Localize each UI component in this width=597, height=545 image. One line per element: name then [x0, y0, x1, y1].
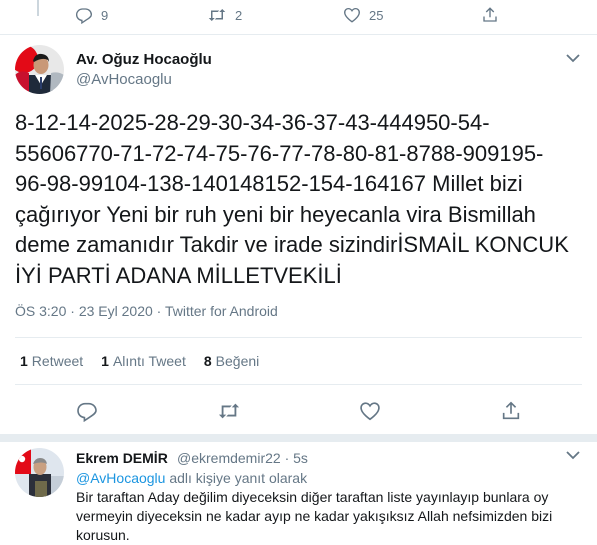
stat-label: Retweet [31, 353, 84, 369]
meta-separator: · [156, 303, 162, 319]
chevron-down-icon [566, 450, 580, 460]
prev-reply-count: 9 [101, 7, 109, 23]
share-icon [481, 6, 499, 24]
tweet-text: 8-12-14-2025-28-29-30-34-36-37-43-444950… [15, 110, 569, 288]
divider [15, 337, 582, 338]
tweet-meta: ÖS 3:20 · 23 Eyl 2020 · Twitter for Andr… [15, 303, 278, 319]
avatar[interactable] [15, 45, 64, 94]
reply-avatar[interactable] [15, 448, 64, 497]
reply-button[interactable] [76, 400, 98, 422]
reply-more-options-button[interactable] [566, 450, 580, 460]
tweet-source[interactable]: Twitter for Android [165, 303, 278, 319]
heart-icon [343, 6, 361, 24]
prev-share-button[interactable] [481, 6, 499, 24]
tweet-stats: 1 Retweet 1 Alıntı Tweet 8 Beğeni [20, 353, 277, 369]
reply-author-handle[interactable]: @ekremdemir22 [177, 450, 281, 466]
heart-icon [359, 400, 381, 422]
prev-reply-button[interactable]: 9 [75, 6, 108, 24]
stat-count: 8 [203, 353, 212, 369]
reply-text: Bir taraftan Aday değilim diyeceksin diğ… [76, 489, 553, 543]
divider [15, 384, 582, 385]
prev-retweet-button[interactable]: 2 [207, 6, 242, 24]
tweet-date[interactable]: 23 Eyl 2020 [79, 303, 153, 319]
tweet-time[interactable]: ÖS 3:20 [15, 303, 66, 319]
quote-tweet-stat[interactable]: 1 Alıntı Tweet [101, 353, 186, 369]
previous-tweet-actions: 9 2 25 [0, 0, 597, 34]
prev-like-count: 25 [369, 7, 384, 23]
retweet-stat[interactable]: 1 Retweet [20, 353, 83, 369]
retweet-button[interactable] [217, 400, 241, 422]
author-handle[interactable]: @AvHocaoglu [76, 71, 172, 88]
stat-label: Beğeni [215, 353, 260, 369]
chevron-down-icon [566, 53, 580, 63]
reply-time[interactable]: 5s [293, 450, 308, 466]
replying-to-handle[interactable]: @AvHocaoglu [76, 470, 165, 486]
author-display-name[interactable]: Av. Oğuz Hocaoğlu [76, 51, 212, 68]
like-button[interactable] [359, 400, 381, 422]
stat-count: 1 [20, 353, 28, 369]
main-tweet-actions [0, 396, 597, 426]
stat-count: 1 [101, 353, 109, 369]
share-button[interactable] [500, 400, 522, 422]
retweet-icon [207, 6, 227, 24]
reply-author-name[interactable]: Ekrem DEMİR [76, 450, 168, 466]
reply-icon [76, 400, 98, 422]
meta-separator: · [284, 450, 290, 466]
prev-like-button[interactable]: 25 [343, 6, 383, 24]
meta-separator: · [70, 303, 75, 319]
more-options-button[interactable] [566, 53, 580, 63]
replying-to-label: adlı kişiye yanıt olarak [169, 470, 308, 486]
reply-author-meta: @ekremdemir22 · 5s [177, 450, 308, 466]
prev-retweet-count: 2 [235, 7, 243, 23]
reply-icon [75, 6, 93, 24]
main-tweet-header: Av. Oğuz Hocaoğlu @AvHocaoglu [0, 35, 597, 101]
replying-to: @AvHocaoglu adlı kişiye yanıt olarak [76, 470, 307, 486]
retweet-icon [217, 400, 241, 422]
stat-label: Alıntı Tweet [112, 353, 186, 369]
reply-tweet[interactable]: Ekrem DEMİR @ekremdemir22 · 5s @AvHocaog… [0, 442, 597, 545]
section-divider [0, 434, 597, 442]
share-icon [500, 400, 522, 422]
like-stat[interactable]: 8 Beğeni [204, 353, 259, 369]
